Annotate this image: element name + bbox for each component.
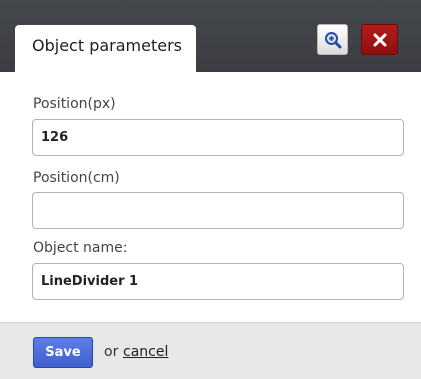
tab-title: Object parameters <box>32 36 182 55</box>
dialog-body: Position(px) Position(cm) Object name: <box>0 72 421 322</box>
or-text: or <box>104 344 119 360</box>
position-cm-input[interactable] <box>32 192 404 229</box>
dialog-footer: Save or cancel <box>0 322 421 379</box>
dialog-titlebar: Object parameters <box>0 0 421 72</box>
cancel-link[interactable]: cancel <box>123 344 168 360</box>
zoom-button[interactable] <box>317 24 348 55</box>
position-px-input[interactable] <box>32 119 404 156</box>
position-px-label: Position(px) <box>33 96 116 112</box>
zoom-in-icon <box>324 31 341 48</box>
object-name-label: Object name: <box>33 240 128 256</box>
tab-object-parameters[interactable]: Object parameters <box>15 25 196 72</box>
save-button[interactable]: Save <box>33 337 93 368</box>
object-name-input[interactable] <box>32 263 404 300</box>
close-icon <box>373 33 386 46</box>
close-button[interactable] <box>361 24 398 55</box>
object-parameters-dialog: Object parameters Position(px) Position(… <box>0 0 421 379</box>
position-cm-label: Position(cm) <box>33 170 120 186</box>
